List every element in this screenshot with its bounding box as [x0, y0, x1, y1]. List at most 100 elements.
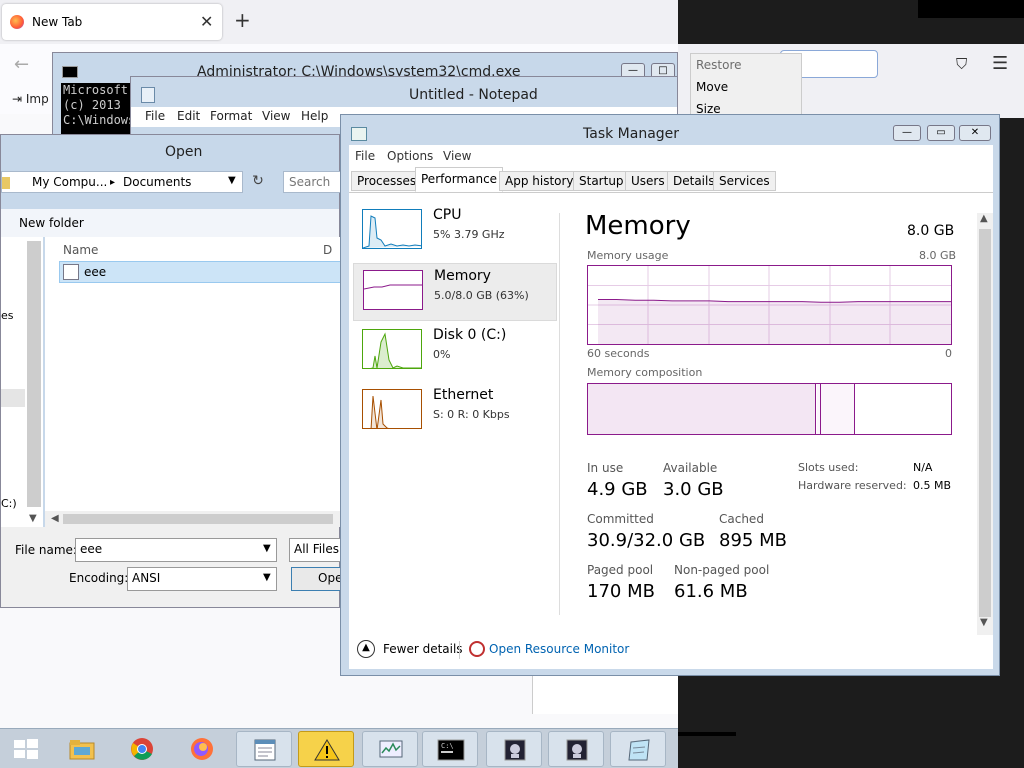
tab-new-tab[interactable]: New Tab ✕ [2, 4, 222, 40]
column-header-date[interactable]: D [323, 243, 332, 257]
scroll-down-arrow[interactable]: ▼ [29, 513, 37, 524]
file-type-select[interactable]: All Files [289, 538, 341, 562]
hardware-reserved-label: Hardware reserved: [798, 479, 907, 492]
firefox-tab-bar: New Tab ✕ + [0, 0, 678, 44]
nav-item-partial[interactable]: es [1, 309, 14, 322]
taskbar-cmd[interactable]: C:\ [422, 731, 478, 767]
start-button[interactable] [2, 731, 48, 767]
task-manager-title: Task Manager [583, 126, 680, 142]
menu-file[interactable]: File [145, 109, 165, 123]
task-manager-window[interactable]: Task Manager — ▭ ✕ File Options View Pro… [340, 114, 1000, 676]
resource-ethernet[interactable]: Ethernet S: 0 R: 0 Kbps [353, 383, 557, 441]
taskbar-task-manager[interactable] [362, 731, 418, 767]
memory-composition-label: Memory composition [587, 366, 703, 379]
tab-processes[interactable]: Processes [351, 171, 423, 191]
chrome-icon [131, 738, 153, 760]
nonpaged-pool-value: 61.6 MB [674, 581, 748, 602]
scrollbar-thumb[interactable] [979, 229, 991, 617]
committed-label: Committed [587, 512, 654, 526]
tab-services[interactable]: Services [713, 171, 776, 191]
menu-item-restore[interactable]: Restore [696, 58, 742, 72]
memory-sparkline [364, 284, 422, 290]
taskbar-warning-app[interactable] [298, 731, 354, 767]
breadcrumb-separator[interactable]: ▸ [110, 177, 115, 188]
ethernet-mini-graph [362, 389, 422, 429]
menu-edit[interactable]: Edit [177, 109, 200, 123]
fewer-details-button[interactable]: Fewer details [383, 642, 463, 656]
encoding-select[interactable]: ANSI [127, 567, 277, 591]
open-dialog[interactable]: Open My Compu... ▸ Documents ▼ ↻ Search … [0, 134, 341, 608]
scroll-down-arrow[interactable]: ▼ [980, 617, 988, 628]
import-bookmarks-button[interactable]: ⇥ Imp [12, 92, 49, 106]
console-output[interactable]: Microsoft (c) 2013 C:\Windows [61, 83, 141, 141]
minimize-button[interactable]: — [893, 125, 921, 141]
cmd-icon: C:\ [437, 739, 465, 761]
nav-item-drive[interactable]: C:) [1, 497, 17, 510]
tab-app-history[interactable]: App history [499, 171, 580, 191]
scroll-up-arrow[interactable]: ▲ [980, 213, 988, 224]
tab-performance[interactable]: Performance [415, 167, 504, 192]
maximize-button[interactable]: ▭ [927, 125, 955, 141]
search-input[interactable]: Search [283, 171, 341, 193]
black-line [678, 732, 736, 736]
open-button[interactable]: Ope [291, 567, 341, 591]
breadcrumb-computer[interactable]: My Compu... [32, 175, 107, 189]
tab-users[interactable]: Users [625, 171, 671, 191]
menu-view[interactable]: View [262, 109, 290, 123]
open-resource-monitor-link[interactable]: Open Resource Monitor [489, 642, 629, 656]
taskbar-notepad-edit[interactable] [610, 731, 666, 767]
slots-value: N/A [913, 461, 933, 474]
taskbar-tool-2[interactable] [548, 731, 604, 767]
chevron-down-icon[interactable]: ▼ [263, 572, 271, 583]
scrollbar-thumb[interactable] [63, 514, 333, 524]
available-value: 3.0 GB [663, 479, 724, 500]
nav-scrollbar[interactable] [27, 241, 41, 507]
close-tab-icon[interactable]: ✕ [200, 12, 213, 31]
chevron-down-icon[interactable]: ▼ [263, 543, 271, 554]
new-folder-button[interactable]: New folder [19, 216, 84, 230]
taskbar-tool-1[interactable] [486, 731, 542, 767]
in-use-segment [588, 384, 816, 434]
menu-options[interactable]: Options [387, 149, 433, 163]
horizontal-scrollbar[interactable]: ◀ [45, 511, 341, 527]
in-use-label: In use [587, 461, 624, 475]
hamburger-menu-icon[interactable]: ☰ [992, 53, 1008, 74]
chevron-up-icon[interactable]: ▲ [357, 640, 375, 658]
scroll-left-arrow[interactable]: ◀ [51, 513, 59, 524]
taskbar: C:\ [0, 728, 678, 768]
chevron-down-icon[interactable]: ▼ [228, 175, 236, 186]
task-manager-menubar: File Options View [349, 145, 993, 167]
file-name-input[interactable]: eee [75, 538, 277, 562]
breadcrumb-documents[interactable]: Documents [123, 175, 191, 189]
tool-icon-1 [504, 739, 526, 761]
resource-disk[interactable]: Disk 0 (C:) 0% [353, 323, 557, 381]
menu-help[interactable]: Help [301, 109, 328, 123]
menu-view[interactable]: View [443, 149, 471, 163]
nav-selected-item[interactable] [1, 389, 25, 407]
vertical-scrollbar[interactable]: ▲ ▼ [977, 213, 993, 635]
resource-cpu[interactable]: CPU 5% 3.79 GHz [353, 203, 557, 261]
resource-detail: 0% [433, 348, 451, 361]
nonpaged-pool-label: Non-paged pool [674, 563, 770, 577]
tab-startup[interactable]: Startup [573, 171, 630, 191]
taskbar-chrome[interactable] [114, 731, 170, 767]
list-item[interactable]: eee [59, 261, 341, 283]
resource-memory[interactable]: Memory 5.0/8.0 GB (63%) [353, 263, 557, 321]
taskbar-notepad[interactable] [236, 731, 292, 767]
menu-format[interactable]: Format [210, 109, 252, 123]
menu-item-move[interactable]: Move [696, 80, 728, 94]
menu-file[interactable]: File [355, 149, 375, 163]
taskbar-file-explorer[interactable] [54, 731, 110, 767]
pocket-icon[interactable]: ⛉ [956, 55, 967, 73]
close-button[interactable]: ✕ [959, 125, 991, 141]
new-tab-button[interactable]: + [234, 8, 251, 32]
refresh-icon[interactable]: ↻ [247, 171, 269, 193]
resource-monitor-icon[interactable] [469, 641, 485, 657]
file-list[interactable]: Name D eee [45, 237, 341, 527]
back-arrow-icon[interactable]: ← [14, 54, 29, 75]
slots-label: Slots used: [798, 461, 859, 474]
taskbar-firefox[interactable] [174, 731, 230, 767]
cached-value: 895 MB [719, 530, 787, 551]
column-header-name[interactable]: Name [63, 243, 98, 257]
address-bar[interactable]: My Compu... ▸ Documents ▼ [1, 171, 243, 193]
